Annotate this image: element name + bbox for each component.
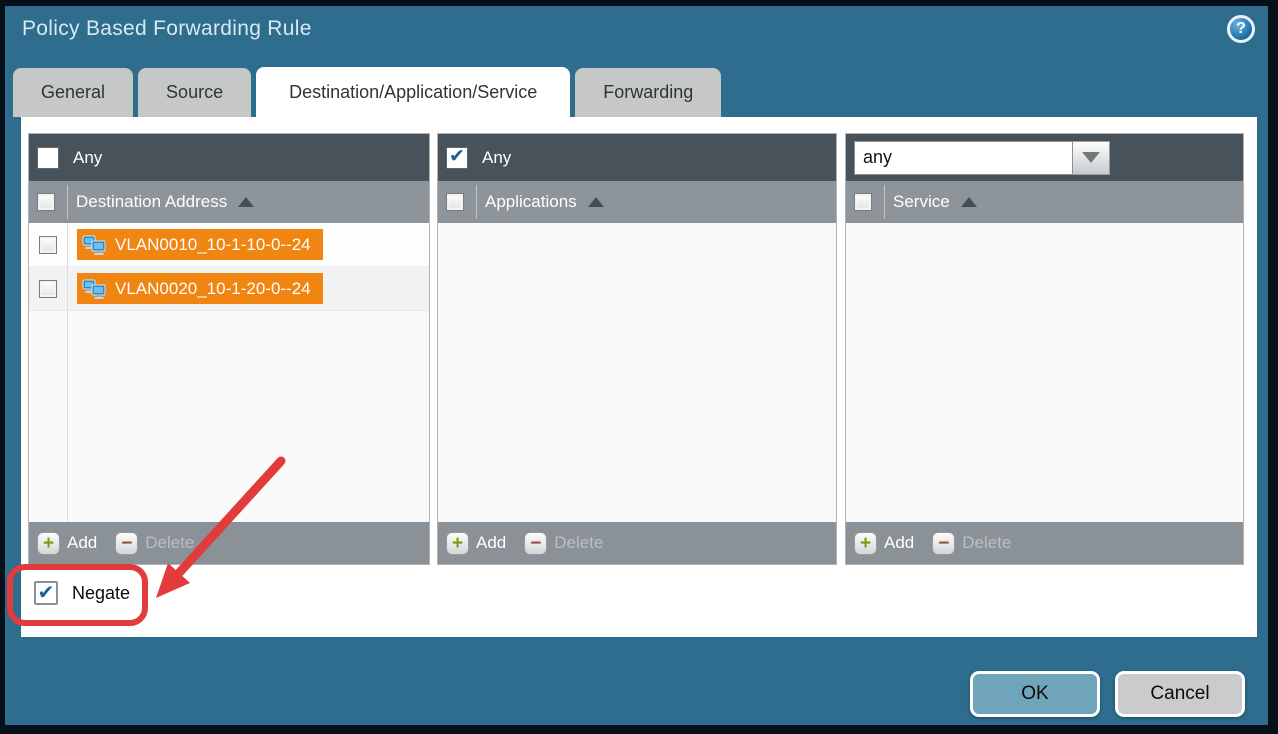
delete-button[interactable]: − Delete — [932, 532, 1011, 555]
destination-any-checkbox[interactable] — [37, 147, 59, 169]
applications-panel: Any Applications + Add − Delete — [437, 133, 837, 565]
add-label: Add — [476, 533, 506, 553]
add-plus-icon: + — [37, 532, 60, 555]
tab-general[interactable]: General — [13, 68, 133, 117]
screenshot-stage: Policy Based Forwarding Rule ? General S… — [0, 0, 1278, 734]
address-object-chip[interactable]: VLAN0010_10-1-10-0--24 — [77, 229, 323, 260]
add-plus-icon: + — [446, 532, 469, 555]
add-button[interactable]: + Add — [37, 532, 97, 555]
tab-source[interactable]: Source — [138, 68, 251, 117]
service-header-label: Service — [893, 192, 950, 212]
tab-forwarding[interactable]: Forwarding — [575, 68, 721, 117]
row-checkbox[interactable] — [39, 236, 57, 254]
delete-minus-icon: − — [932, 532, 955, 555]
applications-any-checkbox[interactable] — [446, 147, 468, 169]
header-separator — [67, 185, 68, 219]
applications-any-bar: Any — [438, 134, 836, 181]
destination-list: VLAN0010_10-1-10-0--24 — [29, 223, 429, 522]
checkbox-gutter-divider — [67, 223, 68, 522]
negate-row: Negate — [34, 581, 130, 605]
add-button[interactable]: + Add — [854, 532, 914, 555]
address-object-label: VLAN0020_10-1-20-0--24 — [115, 279, 311, 299]
tab-content: Any Destination Address — [21, 117, 1257, 637]
dialog-title: Policy Based Forwarding Rule — [22, 17, 312, 41]
applications-any-label: Any — [482, 148, 511, 168]
service-panel: any Service + Add — [845, 133, 1244, 565]
negate-label: Negate — [72, 583, 130, 604]
tab-destination-application-service[interactable]: Destination/Application/Service — [256, 67, 570, 117]
pbf-rule-dialog: Policy Based Forwarding Rule ? General S… — [5, 6, 1268, 725]
header-separator — [884, 185, 885, 219]
help-icon[interactable]: ? — [1227, 15, 1255, 43]
destination-panel-footer: + Add − Delete — [29, 522, 429, 564]
table-row[interactable]: VLAN0020_10-1-20-0--24 — [29, 267, 429, 311]
destination-any-bar: Any — [29, 134, 429, 181]
service-column-header[interactable]: Service — [846, 181, 1243, 223]
service-dropdown[interactable]: any — [854, 141, 1110, 175]
table-row[interactable]: VLAN0010_10-1-10-0--24 — [29, 223, 429, 267]
delete-label: Delete — [145, 533, 194, 553]
delete-label: Delete — [962, 533, 1011, 553]
sort-ascending-icon — [588, 197, 604, 207]
delete-minus-icon: − — [115, 532, 138, 555]
network-computers-icon — [81, 278, 108, 300]
applications-select-all-checkbox[interactable] — [446, 193, 464, 211]
service-select-all-checkbox[interactable] — [854, 193, 872, 211]
cancel-button[interactable]: Cancel — [1115, 671, 1245, 717]
destination-column-header[interactable]: Destination Address — [29, 181, 429, 223]
destination-select-all-checkbox[interactable] — [37, 193, 55, 211]
sort-ascending-icon — [238, 197, 254, 207]
network-computers-icon — [81, 234, 108, 256]
add-label: Add — [884, 533, 914, 553]
destination-any-label: Any — [73, 148, 102, 168]
applications-panel-footer: + Add − Delete — [438, 522, 836, 564]
service-dropdown-value: any — [854, 141, 1073, 175]
address-object-label: VLAN0010_10-1-10-0--24 — [115, 235, 311, 255]
row-checkbox[interactable] — [39, 280, 57, 298]
negate-checkbox[interactable] — [34, 581, 58, 605]
applications-list — [438, 223, 836, 522]
delete-minus-icon: − — [524, 532, 547, 555]
applications-column-header[interactable]: Applications — [438, 181, 836, 223]
add-plus-icon: + — [854, 532, 877, 555]
header-separator — [476, 185, 477, 219]
add-label: Add — [67, 533, 97, 553]
ok-button[interactable]: OK — [970, 671, 1100, 717]
dropdown-button[interactable] — [1073, 141, 1110, 175]
destination-header-label: Destination Address — [76, 192, 227, 212]
sort-ascending-icon — [961, 197, 977, 207]
add-button[interactable]: + Add — [446, 532, 506, 555]
address-object-chip[interactable]: VLAN0020_10-1-20-0--24 — [77, 273, 323, 304]
service-dropdown-bar: any — [846, 134, 1243, 181]
delete-button[interactable]: − Delete — [115, 532, 194, 555]
chevron-down-icon — [1082, 152, 1100, 163]
service-panel-footer: + Add − Delete — [846, 522, 1243, 564]
applications-header-label: Applications — [485, 192, 577, 212]
service-list — [846, 223, 1243, 522]
destination-address-panel: Any Destination Address — [28, 133, 430, 565]
tab-bar: General Source Destination/Application/S… — [13, 67, 721, 117]
delete-button[interactable]: − Delete — [524, 532, 603, 555]
delete-label: Delete — [554, 533, 603, 553]
